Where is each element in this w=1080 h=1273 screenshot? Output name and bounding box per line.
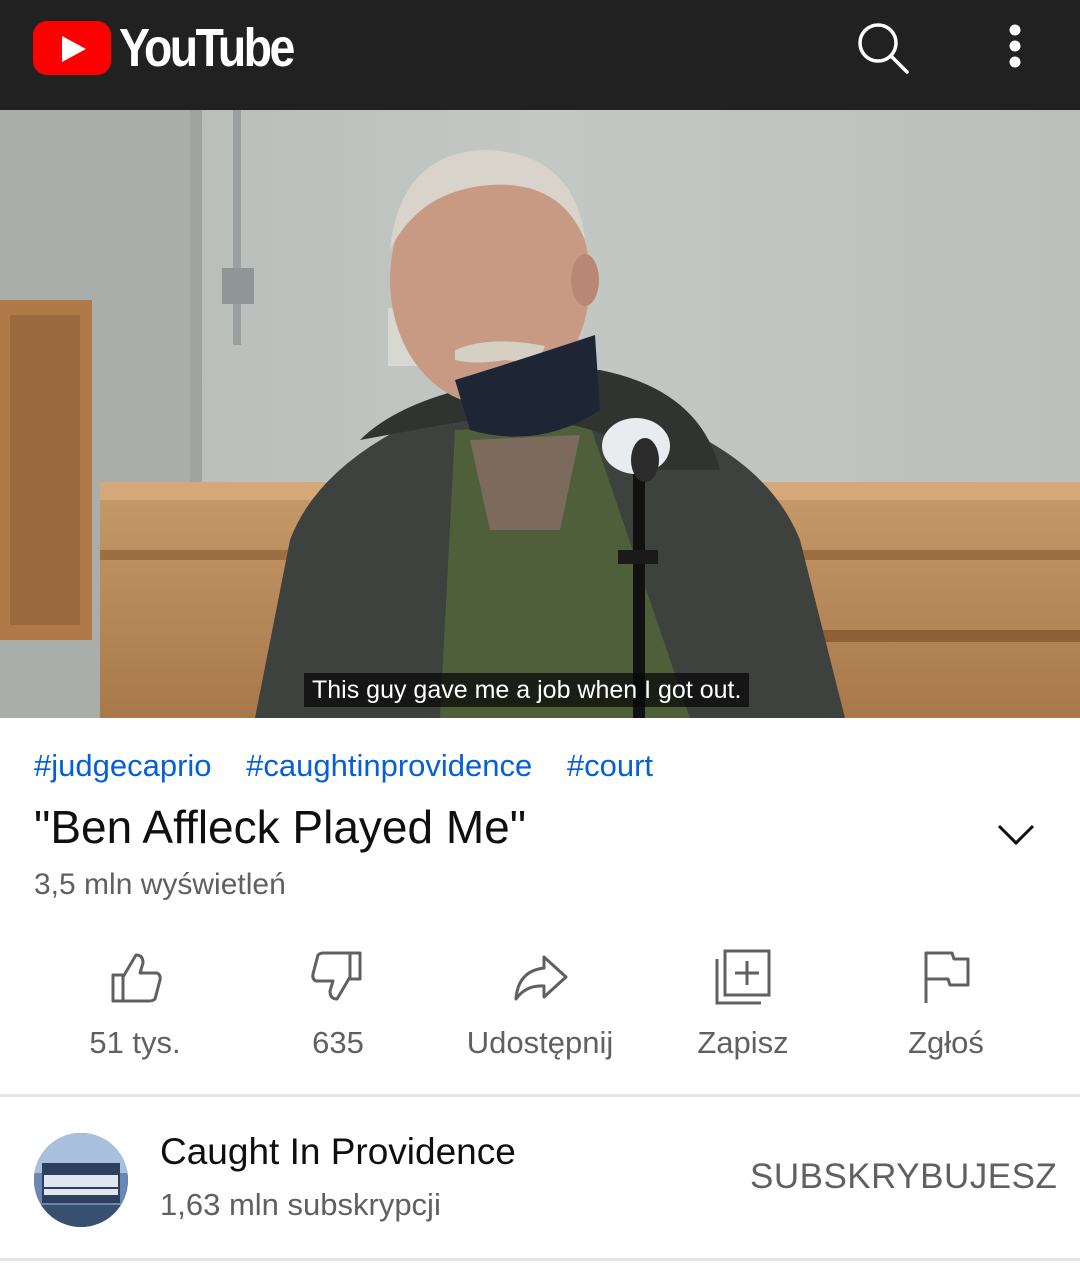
channel-avatar[interactable] — [34, 1133, 128, 1227]
video-frame-image — [0, 110, 1080, 718]
subscriber-count: 1,63 mln subskrypcji — [160, 1187, 441, 1222]
top-app-bar: YouTube — [0, 0, 1080, 110]
dislike-count: 635 — [312, 1025, 364, 1060]
hashtag-list: #judgecaprio #caughtinprovidence #court — [34, 748, 679, 784]
thumb-up-icon — [111, 953, 162, 1003]
youtube-logo[interactable]: YouTube — [33, 18, 321, 78]
hashtag-link[interactable]: #caughtinprovidence — [246, 748, 532, 783]
section-divider — [0, 1258, 1080, 1261]
hashtag-link[interactable]: #court — [567, 748, 653, 783]
more-vert-icon — [1009, 24, 1021, 68]
video-player[interactable]: This guy gave me a job when I got out. — [0, 110, 1080, 718]
chevron-down-icon — [997, 824, 1035, 846]
view-count: 3,5 mln wyświetleń — [34, 868, 286, 901]
section-divider — [0, 1094, 1080, 1097]
dislike-button[interactable]: 635 — [236, 945, 440, 1075]
channel-name[interactable]: Caught In Providence — [160, 1131, 516, 1173]
channel-logo-icon — [34, 1133, 128, 1227]
video-title[interactable]: "Ben Affleck Played Me" — [34, 800, 526, 854]
logo-text: YouTube — [119, 18, 295, 78]
expand-description-button[interactable] — [993, 816, 1039, 852]
like-button[interactable]: 51 tys. — [33, 945, 237, 1075]
share-icon — [514, 955, 568, 1001]
save-label: Zapisz — [697, 1025, 789, 1060]
search-button[interactable] — [852, 17, 916, 81]
playlist-add-icon — [715, 949, 771, 1005]
like-count: 51 tys. — [89, 1025, 181, 1060]
search-icon — [858, 23, 909, 74]
hashtag-link[interactable]: #judgecaprio — [34, 748, 212, 783]
share-button[interactable]: Udostępnij — [438, 945, 642, 1075]
save-button[interactable]: Zapisz — [641, 945, 845, 1075]
video-subtitle: This guy gave me a job when I got out. — [304, 673, 750, 707]
flag-icon — [924, 951, 970, 1003]
report-label: Zgłoś — [908, 1025, 984, 1060]
share-label: Udostępnij — [466, 1025, 614, 1060]
more-options-button[interactable] — [990, 18, 1040, 78]
report-button[interactable]: Zgłoś — [844, 945, 1048, 1075]
subscribe-button[interactable]: SUBSKRYBUJESZ — [750, 1152, 1080, 1202]
youtube-play-icon — [33, 21, 111, 75]
thumb-down-icon — [311, 951, 362, 1001]
